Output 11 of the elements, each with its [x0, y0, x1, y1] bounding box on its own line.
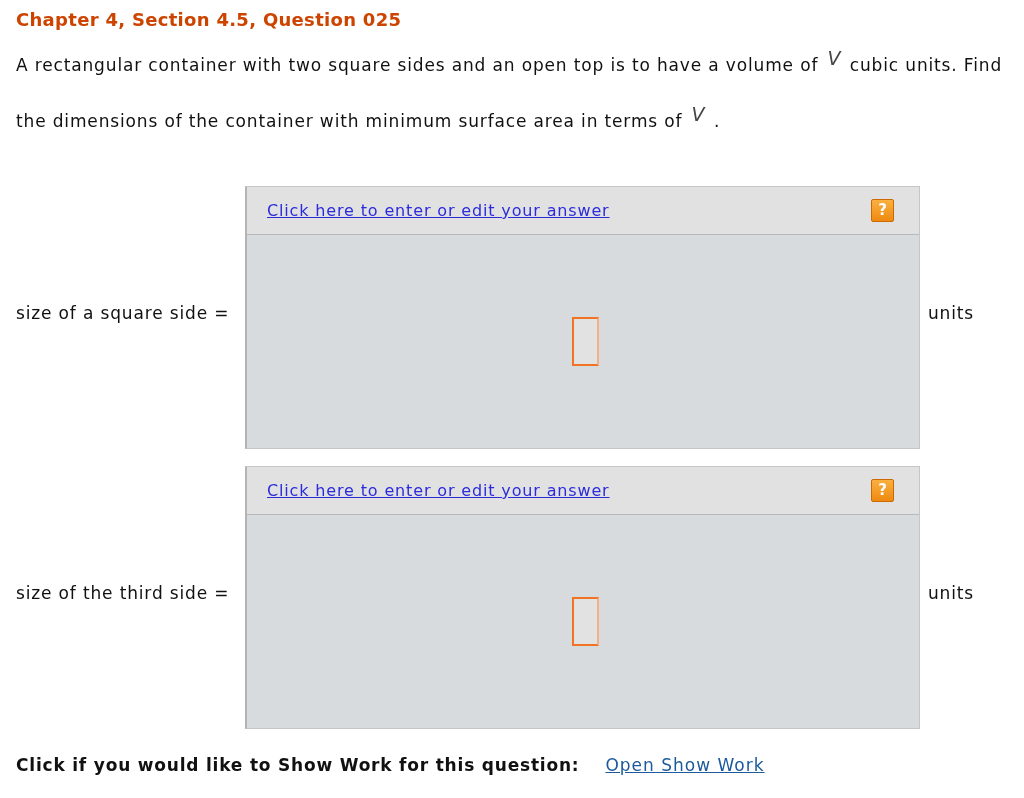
- units-label: units: [928, 302, 975, 323]
- answer-link[interactable]: Click here to enter or edit your answer: [267, 201, 610, 220]
- field-label: size of the third side =: [16, 582, 230, 603]
- answer-link[interactable]: Click here to enter or edit your answer: [267, 481, 610, 500]
- answer-box[interactable]: [571, 597, 599, 646]
- show-work-link[interactable]: Open Show Work: [605, 753, 765, 777]
- show-work-prompt: Click if you would like to Show Work for this question:: [16, 754, 580, 777]
- units-label: units: [928, 582, 975, 603]
- question-title: Chapter 4, Section 4.5, Question 025: [16, 8, 402, 32]
- answer-box[interactable]: [571, 317, 599, 366]
- field-label: size of a square side =: [16, 302, 230, 323]
